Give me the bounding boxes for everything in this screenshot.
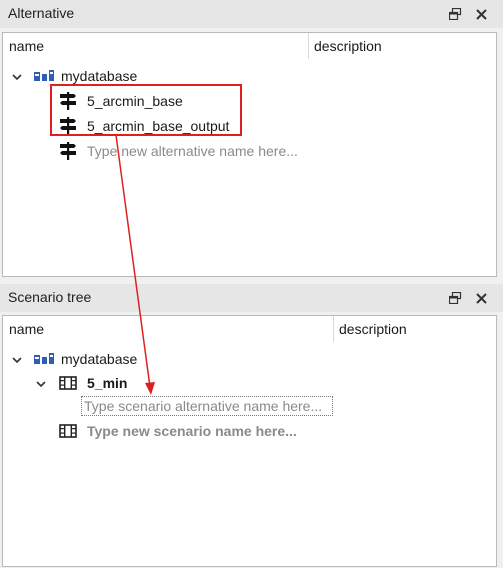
drag-arrow bbox=[115, 134, 155, 395]
